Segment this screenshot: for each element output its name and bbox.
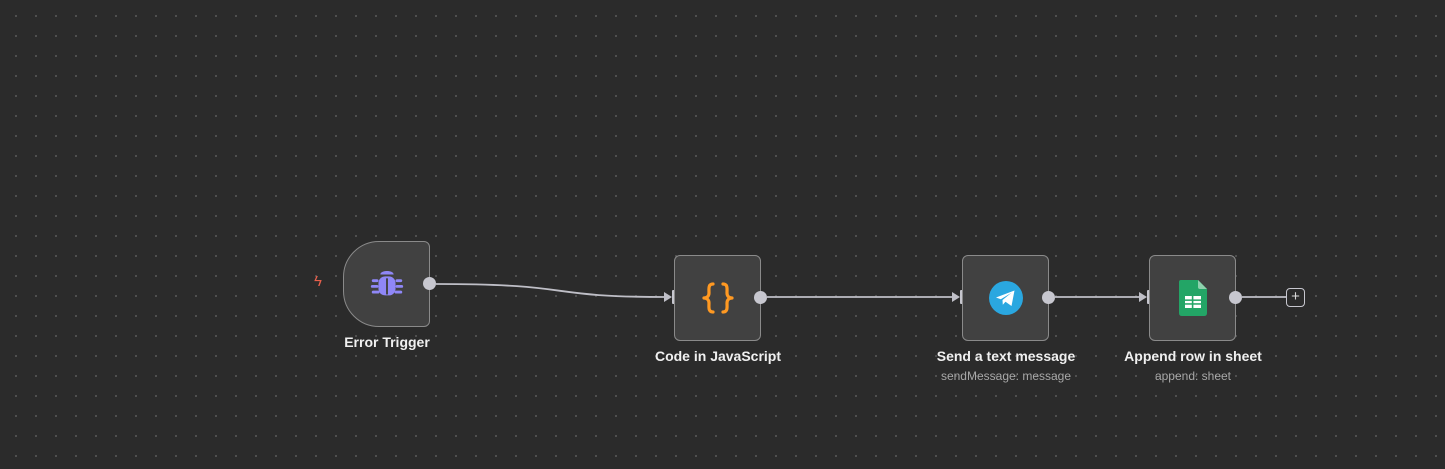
connections-layer: [435, 283, 1287, 302]
node-send-a-text-message[interactable]: [962, 255, 1049, 341]
code-output-handle[interactable]: [754, 291, 767, 304]
arrowhead-sheets-input: [1139, 292, 1147, 302]
plus-icon: +: [1291, 288, 1300, 305]
connection-error-trigger-to-code[interactable]: [435, 283, 667, 298]
node-append-row-in-sheet[interactable]: [1149, 255, 1236, 341]
google-sheets-icon: [1178, 280, 1207, 316]
node-label-code-in-javascript: Code in JavaScript: [654, 348, 782, 364]
telegram-output-handle[interactable]: [1042, 291, 1055, 304]
arrowhead-telegram-input: [952, 292, 960, 302]
node-label-append-row-in-sheet: Append row in sheet: [1124, 348, 1262, 364]
sheets-output-handle[interactable]: [1229, 291, 1242, 304]
workflow-canvas[interactable]: ϟ Error Trigger Code in JavaScript Send …: [0, 0, 1445, 469]
arrowhead-code-input: [664, 292, 672, 302]
node-label-error-trigger: Error Trigger: [344, 334, 430, 350]
lightning-bolt-icon: ϟ: [314, 273, 322, 290]
add-node-button[interactable]: +: [1286, 288, 1305, 307]
node-error-trigger[interactable]: [343, 241, 430, 327]
node-code-in-javascript[interactable]: [674, 255, 761, 341]
bug-icon: [368, 265, 406, 303]
error-trigger-output-handle[interactable]: [423, 277, 436, 290]
telegram-icon: [988, 280, 1024, 316]
node-subtitle-append-row-in-sheet: append: sheet: [1154, 369, 1232, 383]
code-braces-icon: [698, 278, 738, 318]
